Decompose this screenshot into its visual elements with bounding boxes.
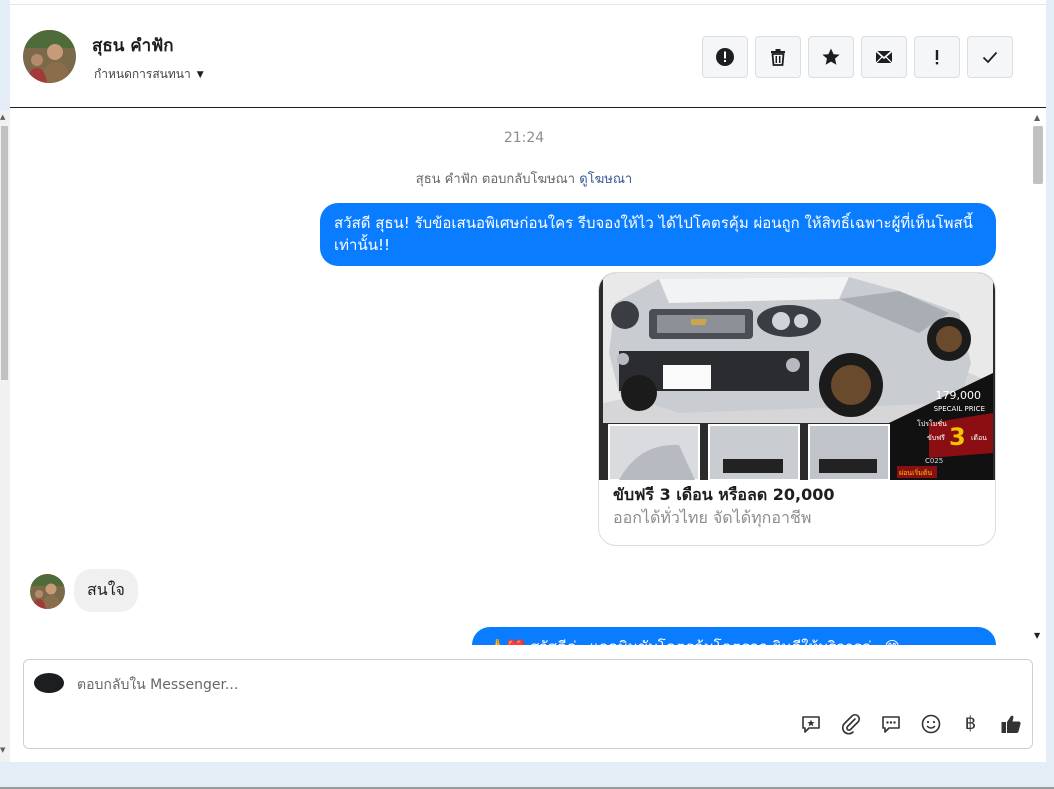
- like-button[interactable]: [998, 711, 1023, 736]
- scroll-up-arrow-icon[interactable]: ▲: [0, 113, 5, 121]
- scroll-up-arrow-icon[interactable]: ▲: [1034, 113, 1040, 122]
- ad-promo-sub: ขับฟรี: [927, 434, 945, 442]
- payment-button[interactable]: ฿: [958, 711, 983, 736]
- conversation-header: สุธน คำฟัก กำหนดการสนทนา ▼: [10, 5, 1046, 108]
- follow-up-button[interactable]: [914, 36, 960, 78]
- ad-promo-label: โปรโมชั่น: [917, 419, 947, 428]
- quick-reply-icon: [801, 715, 820, 733]
- attachment-icon: [841, 713, 860, 734]
- view-ad-link[interactable]: ดูโฆษณา: [579, 172, 632, 187]
- sender-avatar: [30, 574, 65, 609]
- quick-reply-button[interactable]: [798, 711, 823, 736]
- ad-card-subtitle: ออกได้ทั่วไทย จัดได้ทุกอาชีพ: [613, 508, 812, 527]
- mark-unread-button[interactable]: [861, 36, 907, 78]
- assign-conversation-dropdown[interactable]: กำหนดการสนทนา ▼: [94, 65, 204, 84]
- ad-badge: ผ่อนเริ่มต้น: [899, 468, 932, 477]
- message-thread[interactable]: 21:24 สุธน คำฟัก ตอบกลับโฆษณา ดูโฆษณา สว…: [10, 109, 1030, 645]
- attach-button[interactable]: [838, 711, 863, 736]
- assign-label: กำหนดการสนทนา: [94, 67, 191, 81]
- ad-card[interactable]: 179,000 SPECAIL PRICE โปรโมชั่น ขับฟรี 3…: [598, 272, 996, 546]
- header-actions: [702, 36, 1013, 78]
- reply-input[interactable]: [77, 674, 777, 696]
- avatar[interactable]: [23, 30, 76, 83]
- star-icon: [822, 48, 840, 65]
- reply-composer: ฿: [23, 659, 1033, 749]
- scroll-down-arrow-icon[interactable]: ▼: [0, 746, 5, 754]
- scroll-down-arrow-icon[interactable]: ▼: [1034, 631, 1040, 640]
- delete-button[interactable]: [755, 36, 801, 78]
- ad-price: 179,000: [936, 389, 982, 402]
- emoji-button[interactable]: [918, 711, 943, 736]
- outgoing-message: สวัสดี สุธน! รับข้อเสนอพิเศษก่อนใคร รีบจ…: [320, 203, 996, 266]
- ad-image: 179,000 SPECAIL PRICE โปรโมชั่น ขับฟรี 3…: [599, 273, 995, 480]
- ad-promo-number: 3: [949, 423, 966, 451]
- message-timestamp: 21:24: [503, 130, 545, 146]
- envelope-icon: [875, 50, 893, 64]
- check-icon: [982, 51, 998, 64]
- page-logo-icon: [34, 673, 64, 693]
- ad-reply-text: สุธน คำฟัก ตอบกลับโฆษณา: [415, 172, 576, 187]
- chat-scrollbar[interactable]: ▲ ▼: [1030, 109, 1046, 645]
- mark-done-button[interactable]: [967, 36, 1013, 78]
- ad-code: C025: [925, 457, 943, 465]
- chevron-down-icon: ▼: [196, 69, 204, 80]
- ad-price-label: SPECAIL PRICE: [934, 405, 985, 413]
- scrollbar-thumb[interactable]: [1, 126, 8, 380]
- ad-promo-unit: เดือน: [971, 434, 987, 442]
- ad-reply-note: สุธน คำฟัก ตอบกลับโฆษณา ดูโฆษณา: [10, 168, 1030, 189]
- incoming-message: สนใจ: [74, 569, 138, 612]
- composer-tools: ฿: [798, 711, 1023, 736]
- scrollbar-thumb[interactable]: [1033, 126, 1043, 184]
- emoji-icon: [921, 714, 940, 733]
- mark-spam-button[interactable]: [702, 36, 748, 78]
- ad-card-title: ขับฟรี 3 เดือน หรือลด 20,000: [613, 485, 835, 504]
- baht-icon: ฿: [964, 713, 977, 734]
- saved-replies-button[interactable]: [878, 711, 903, 736]
- thumbs-up-icon: [1001, 715, 1021, 733]
- trash-icon: [771, 49, 785, 66]
- star-button[interactable]: [808, 36, 854, 78]
- outgoing-message: 🙏❤️ สวัสดีค่ะ แอดมินขับโคตรคุ้มโคตรถูก ย…: [472, 627, 996, 645]
- saved-replies-icon: [881, 715, 900, 733]
- inbox-panel: สุธน คำฟัก กำหนดการสนทนา ▼ 21:24 สุธน คำ…: [10, 0, 1046, 762]
- alert-circle-icon: [716, 48, 734, 66]
- exclamation-icon: [935, 50, 939, 65]
- page-scrollbar[interactable]: ▲ ▼: [0, 110, 10, 762]
- contact-name: สุธน คำฟัก: [92, 36, 174, 56]
- window-bottom-edge: [0, 762, 1054, 789]
